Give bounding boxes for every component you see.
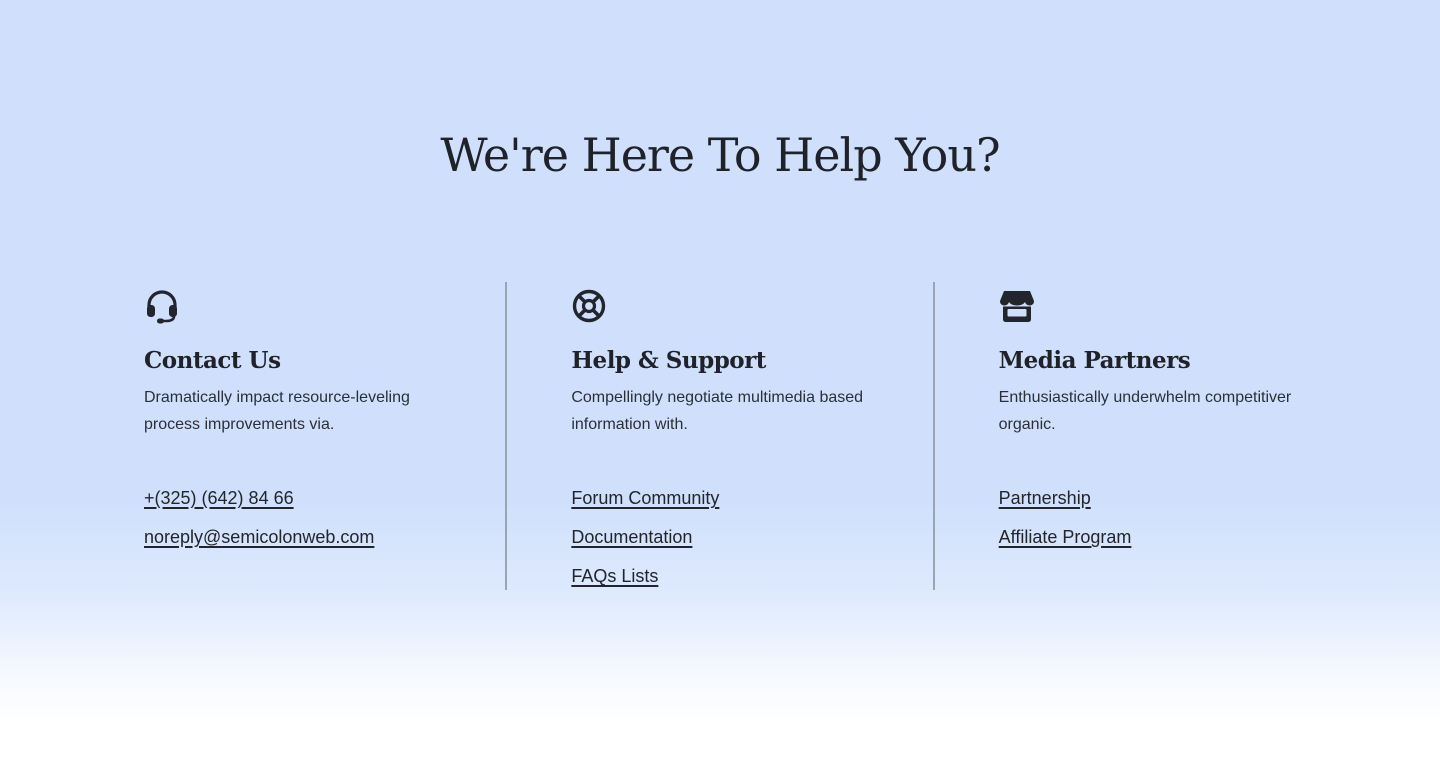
- media-partners-column: Media Partners Enthusiastically underwhe…: [932, 282, 1360, 590]
- column-title: Help & Support: [571, 347, 766, 374]
- email-link[interactable]: noreply@semicolonweb.com: [144, 527, 374, 547]
- column-description: Compellingly negotiate multimedia based …: [571, 389, 864, 433]
- forum-community-link[interactable]: Forum Community: [571, 488, 719, 508]
- affiliate-program-link[interactable]: Affiliate Program: [999, 527, 1132, 547]
- column-description: Enthusiastically underwhelm competitiver…: [998, 389, 1292, 433]
- lifebuoy-icon: [571, 288, 932, 324]
- phone-link[interactable]: +(325) (642) 84 66: [144, 488, 294, 508]
- contact-us-column: Contact Us Dramatically impact resource-…: [80, 282, 505, 590]
- help-support-column: Help & Support Compellingly negotiate mu…: [505, 282, 932, 590]
- help-columns: Contact Us Dramatically impact resource-…: [80, 282, 1360, 590]
- column-title: Media Partners: [998, 347, 1191, 374]
- link-list: Partnership Affiliate Program: [999, 488, 1360, 566]
- storefront-icon: [999, 288, 1360, 324]
- documentation-link[interactable]: Documentation: [571, 527, 692, 547]
- headset-icon: [144, 288, 505, 324]
- link-list: Forum Community Documentation FAQs Lists: [571, 488, 932, 605]
- faqs-lists-link[interactable]: FAQs Lists: [571, 566, 658, 586]
- partnership-link[interactable]: Partnership: [999, 488, 1091, 508]
- column-description: Dramatically impact resource-leveling pr…: [144, 389, 410, 433]
- page-title: We're Here To Help You?: [440, 128, 1000, 182]
- column-title: Contact Us: [144, 347, 281, 374]
- link-list: +(325) (642) 84 66 noreply@semicolonweb.…: [144, 488, 505, 566]
